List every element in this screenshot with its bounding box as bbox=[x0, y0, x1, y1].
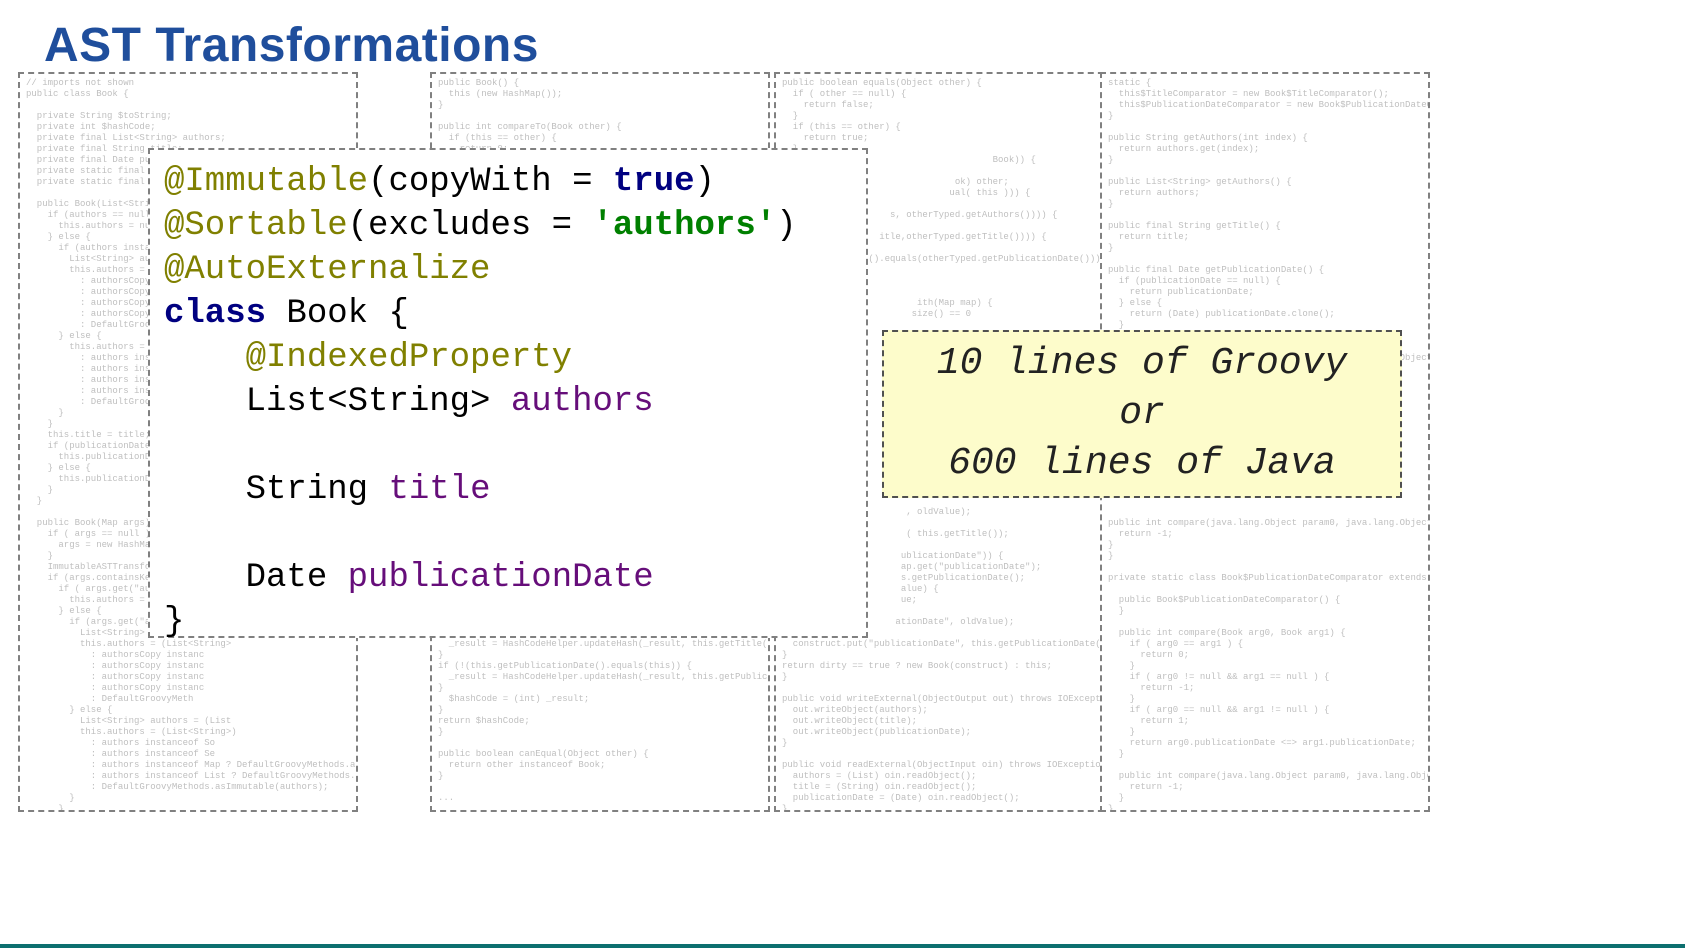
field-publicationdate: publicationDate bbox=[348, 559, 654, 597]
anno-sortable: @Sortable bbox=[164, 207, 348, 245]
comparison-callout: 10 lines of Groovy or 600 lines of Java bbox=[882, 330, 1402, 498]
anno-autoext: @AutoExternalize bbox=[164, 251, 490, 289]
callout-line-3: 600 lines of Java bbox=[948, 439, 1336, 489]
class-keyword: class bbox=[164, 295, 266, 333]
anno-immutable: @Immutable bbox=[164, 163, 368, 201]
groovy-code-box: @Immutable(copyWith = true) @Sortable(ex… bbox=[148, 148, 868, 638]
field-title: title bbox=[388, 471, 490, 509]
callout-line-1: 10 lines of Groovy bbox=[937, 339, 1347, 389]
page-title: AST Transformations bbox=[44, 18, 539, 73]
footer-bar bbox=[0, 944, 1685, 948]
anno-indexed: @IndexedProperty bbox=[246, 339, 572, 377]
field-authors: authors bbox=[511, 383, 654, 421]
callout-line-2: or bbox=[1119, 389, 1165, 439]
